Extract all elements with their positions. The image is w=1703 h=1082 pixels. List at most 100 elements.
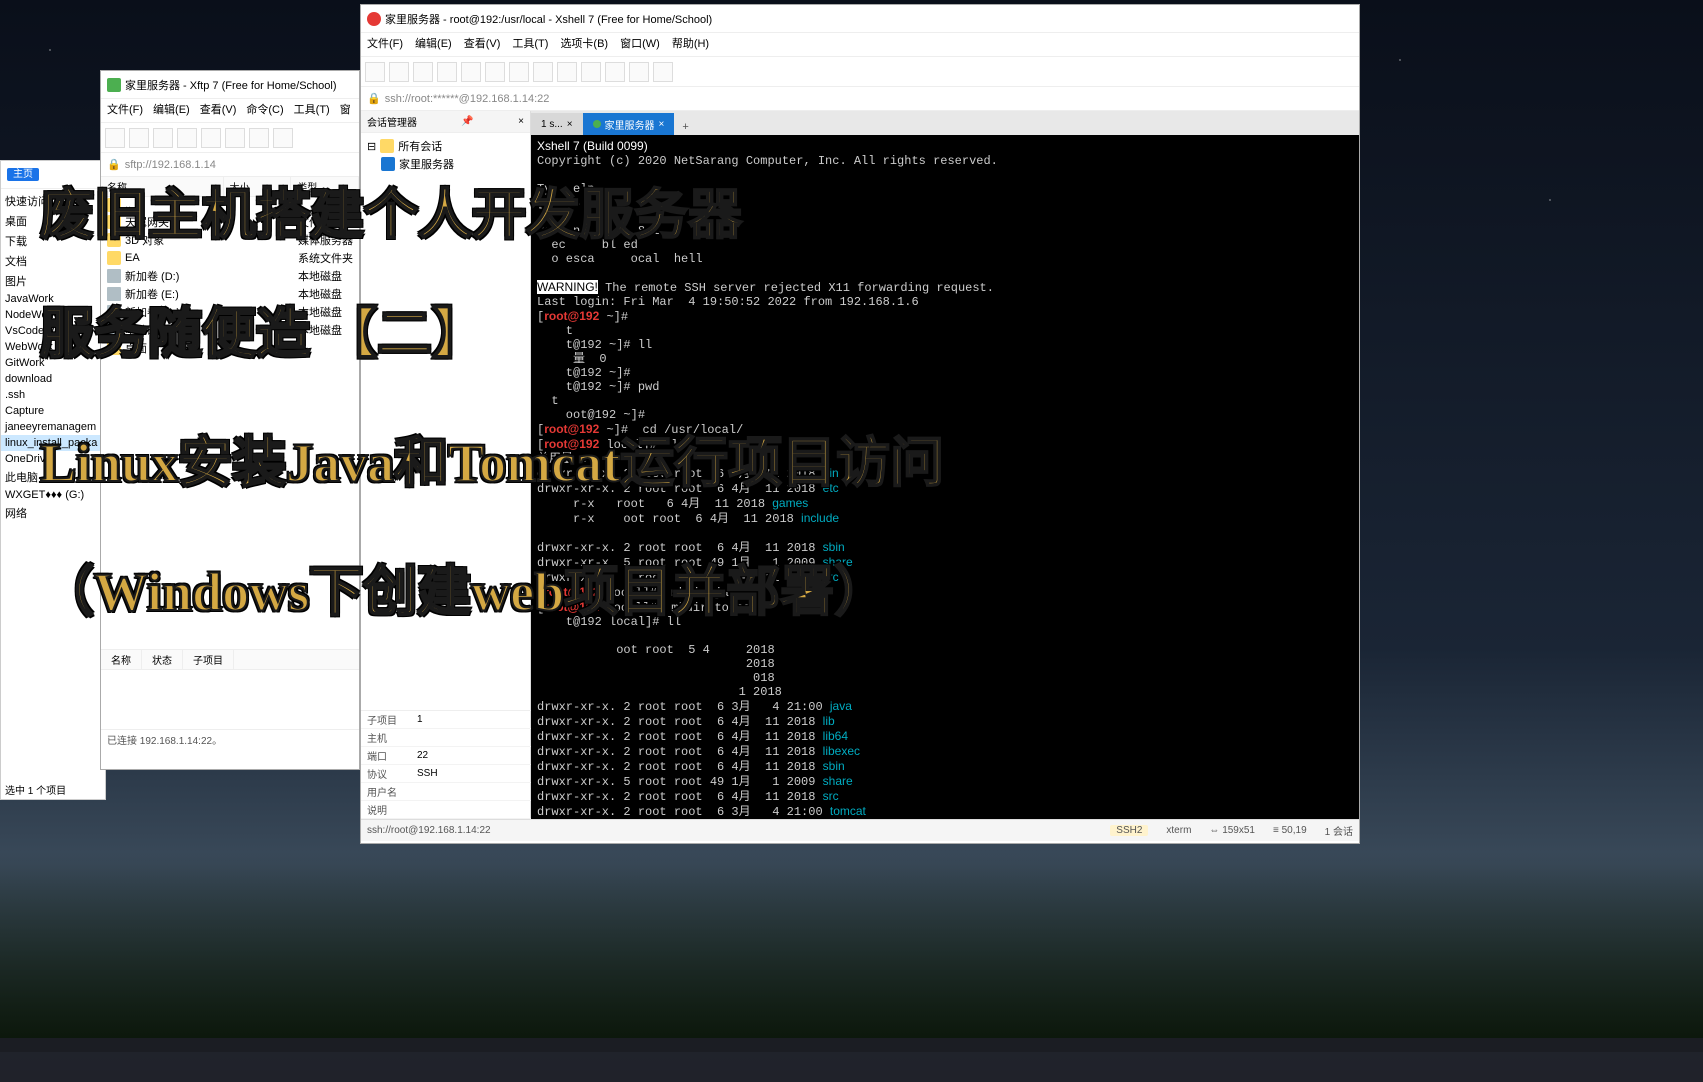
- list-item[interactable]: Capture: [1, 403, 105, 419]
- tree-root[interactable]: ⊟ 所有会话: [367, 137, 524, 155]
- table-row[interactable]: 桌面: [101, 339, 359, 357]
- list-item[interactable]: NodeWork: [1, 307, 105, 323]
- menu-window[interactable]: 窗口(W): [620, 35, 660, 54]
- toolbar-button[interactable]: [605, 62, 625, 82]
- toolbar-button[interactable]: [273, 128, 293, 148]
- table-row[interactable]: 新加卷 (D:)本地磁盘: [101, 267, 359, 285]
- toolbar-button[interactable]: [557, 62, 577, 82]
- col-type[interactable]: 类型: [291, 177, 359, 196]
- table-row[interactable]: 3D 对象媒体服务器: [101, 231, 359, 249]
- menu-edit[interactable]: 编辑(E): [153, 101, 190, 120]
- xshell-address-bar[interactable]: 🔒 ssh://root:******@192.168.1.14:22: [361, 87, 1359, 111]
- menu-help[interactable]: 帮助(H): [672, 35, 709, 54]
- menu-window[interactable]: 窗: [340, 101, 351, 120]
- list-item[interactable]: VsCodeWork: [1, 323, 105, 339]
- toolbar-button[interactable]: [105, 128, 125, 148]
- list-item[interactable]: JavaWork: [1, 291, 105, 307]
- start-button[interactable]: [10, 1042, 52, 1078]
- list-item[interactable]: GitWork: [1, 355, 105, 371]
- taskbar-item[interactable]: [110, 1042, 152, 1078]
- folder-icon: [380, 139, 394, 153]
- menu-tabs[interactable]: 选项卡(B): [560, 35, 608, 54]
- th-sub[interactable]: 子项目: [183, 650, 234, 669]
- explorer-home-tab[interactable]: 主页: [7, 168, 39, 181]
- toolbar-button[interactable]: [129, 128, 149, 148]
- list-item[interactable]: janeeyremanagem: [1, 419, 105, 435]
- toolbar-button[interactable]: [413, 62, 433, 82]
- toolbar-button[interactable]: [177, 128, 197, 148]
- xftp-address-bar[interactable]: 🔒 sftp://192.168.1.14: [101, 153, 359, 177]
- toolbar-button[interactable]: [365, 62, 385, 82]
- xftp-icon: [107, 78, 121, 92]
- tree-session[interactable]: 家里服务器: [381, 155, 524, 173]
- session-manager-title: 会话管理器: [367, 114, 417, 129]
- xshell-window[interactable]: 家里服务器 - root@192:/usr/local - Xshell 7 (…: [360, 4, 1360, 844]
- toolbar-button[interactable]: [461, 62, 481, 82]
- toolbar-button[interactable]: [485, 62, 505, 82]
- session-props: 子项目1主机端口22协议SSH用户名说明: [361, 710, 531, 819]
- list-item[interactable]: 此电脑: [1, 467, 105, 487]
- table-row[interactable]: EA系统文件夹: [101, 249, 359, 267]
- pin-icon[interactable]: 📌: [461, 116, 473, 127]
- menu-command[interactable]: 命令(C): [246, 101, 283, 120]
- th-status[interactable]: 状态: [142, 650, 183, 669]
- tab-local[interactable]: 1 s...×: [531, 113, 583, 135]
- list-item[interactable]: 桌面: [1, 211, 105, 231]
- toolbar-button[interactable]: [225, 128, 245, 148]
- list-item[interactable]: linux_install_packa: [1, 435, 105, 451]
- list-item[interactable]: 文档: [1, 251, 105, 271]
- session-manager-panel: 会话管理器 📌 × ⊟ 所有会话 家里服务器 子项目1主机端口22协议SSH用户…: [361, 111, 531, 819]
- table-row[interactable]: ..: [101, 197, 359, 213]
- list-item[interactable]: download: [1, 371, 105, 387]
- windows-taskbar[interactable]: [0, 1038, 1703, 1082]
- xftp-window[interactable]: 家里服务器 - Xftp 7 (Free for Home/School) 文件…: [100, 70, 360, 770]
- th-name[interactable]: 名称: [101, 650, 142, 669]
- close-icon[interactable]: ×: [659, 119, 665, 130]
- toolbar-button[interactable]: [653, 62, 673, 82]
- list-item[interactable]: .ssh: [1, 387, 105, 403]
- menu-file[interactable]: 文件(F): [107, 101, 143, 120]
- list-item[interactable]: OneDrive: [1, 451, 105, 467]
- menu-tools[interactable]: 工具(T): [294, 101, 330, 120]
- toolbar-button[interactable]: [629, 62, 649, 82]
- toolbar-button[interactable]: [249, 128, 269, 148]
- list-item[interactable]: 下载: [1, 231, 105, 251]
- menu-file[interactable]: 文件(F): [367, 35, 403, 54]
- toolbar-button[interactable]: [533, 62, 553, 82]
- col-size[interactable]: 大小: [224, 177, 292, 196]
- list-item[interactable]: 网络: [1, 503, 105, 523]
- table-row[interactable]: 新加卷 (G:)本地磁盘: [101, 303, 359, 321]
- menu-view[interactable]: 查看(V): [464, 35, 501, 54]
- menu-edit[interactable]: 编辑(E): [415, 35, 452, 54]
- close-icon[interactable]: ×: [567, 119, 573, 130]
- menu-tools[interactable]: 工具(T): [512, 35, 548, 54]
- status-sessions: 1 会话: [1325, 823, 1353, 838]
- xshell-titlebar[interactable]: 家里服务器 - root@192:/usr/local - Xshell 7 (…: [361, 5, 1359, 33]
- toolbar-button[interactable]: [201, 128, 221, 148]
- taskbar-item[interactable]: [60, 1042, 102, 1078]
- table-row[interactable]: 新加卷 (E:)本地磁盘: [101, 285, 359, 303]
- file-explorer-window[interactable]: 主页 快速访问 桌面 下载 文档 图片 JavaWork NodeWork Vs…: [0, 160, 106, 800]
- xftp-titlebar[interactable]: 家里服务器 - Xftp 7 (Free for Home/School): [101, 71, 359, 99]
- tab-session[interactable]: 家里服务器×: [583, 113, 675, 135]
- list-item[interactable]: 图片: [1, 271, 105, 291]
- toolbar-button[interactable]: [389, 62, 409, 82]
- terminal-output[interactable]: Xshell 7 (Build 0099) Copyright (c) 2020…: [531, 135, 1359, 819]
- toolbar-button[interactable]: [509, 62, 529, 82]
- toolbar-button[interactable]: [581, 62, 601, 82]
- list-item[interactable]: WebWork: [1, 339, 105, 355]
- toolbar-button[interactable]: [153, 128, 173, 148]
- explorer-selection-status: 选中 1 个项目: [5, 782, 66, 797]
- list-item[interactable]: 快速访问: [1, 191, 105, 211]
- xftp-file-list: 名称 大小 类型 ..天翼网关文件夹3D 对象媒体服务器EA系统文件夹新加卷 (…: [101, 177, 359, 357]
- close-icon[interactable]: ×: [518, 116, 524, 127]
- col-name[interactable]: 名称: [101, 177, 224, 196]
- explorer-nav-list: 快速访问 桌面 下载 文档 图片 JavaWork NodeWork VsCod…: [1, 189, 105, 525]
- toolbar-button[interactable]: [437, 62, 457, 82]
- menu-view[interactable]: 查看(V): [200, 101, 237, 120]
- table-row[interactable]: 本地磁盘 (C:)本地磁盘: [101, 321, 359, 339]
- xftp-transfer-pane: 名称 状态 子项目: [101, 649, 359, 729]
- table-row[interactable]: 天翼网关文件夹: [101, 213, 359, 231]
- list-item[interactable]: WXGET♦♦♦ (G:): [1, 487, 105, 503]
- new-tab-button[interactable]: +: [674, 119, 696, 135]
